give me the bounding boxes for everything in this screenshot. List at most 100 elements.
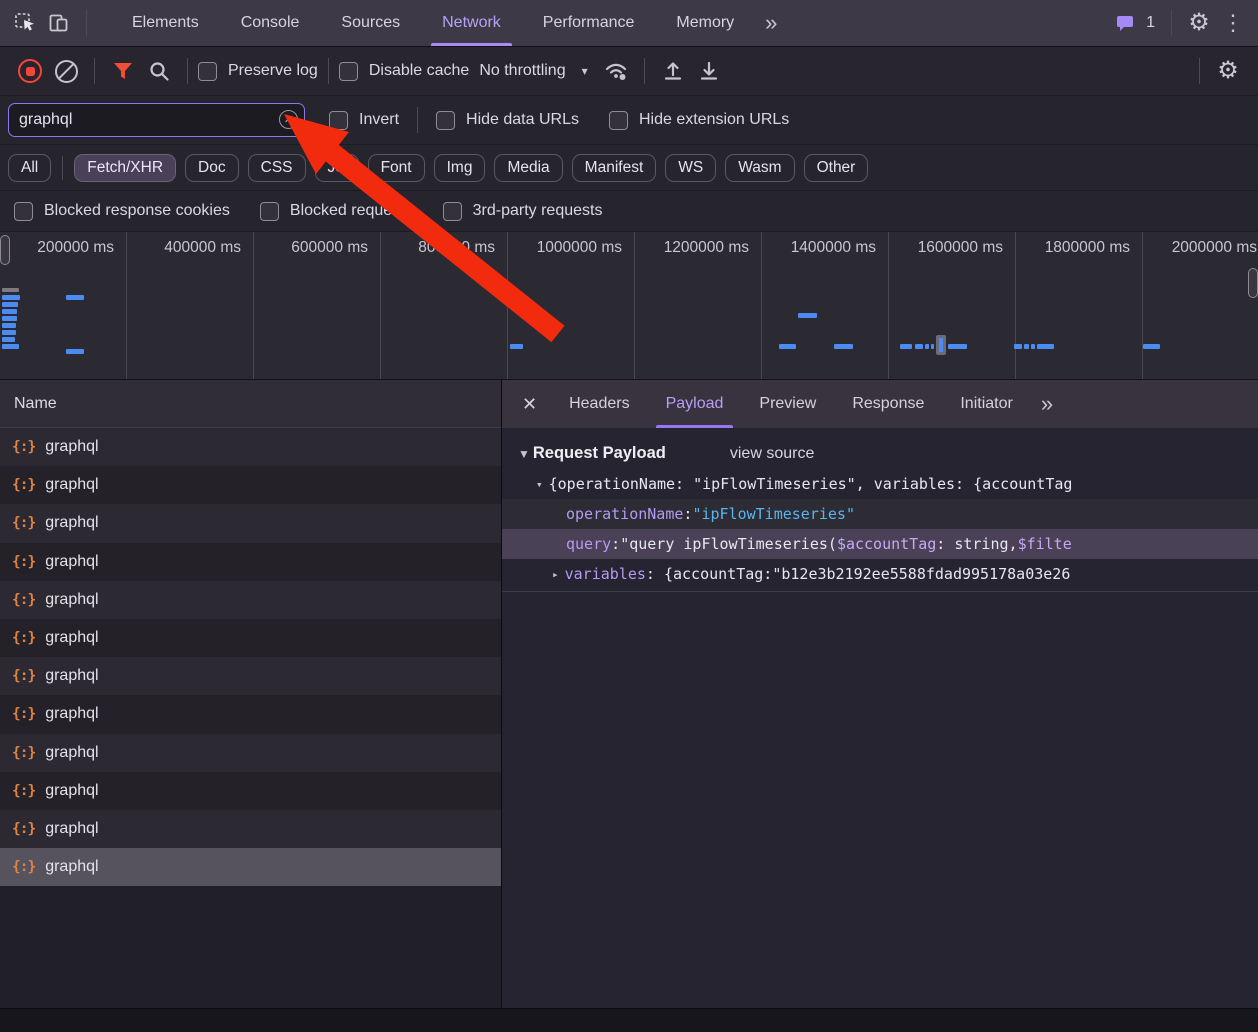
checkbox-box[interactable] <box>14 202 33 221</box>
record-network-log-icon[interactable] <box>12 53 48 89</box>
kebab-menu-icon[interactable]: ⋮ <box>1216 12 1250 34</box>
payload-token: "b12e3b2192ee5588fdad995178a03e26 <box>772 565 1070 583</box>
timeline-request-bar <box>834 344 853 349</box>
filter-chip-manifest[interactable]: Manifest <box>572 154 657 182</box>
checkbox-box[interactable] <box>443 202 462 221</box>
timeline-right-handle[interactable] <box>1248 268 1258 298</box>
tab-sources[interactable]: Sources <box>320 0 421 46</box>
bottom-statusbar <box>0 1008 1258 1032</box>
checkbox-box[interactable] <box>436 111 455 130</box>
divider <box>1199 58 1200 84</box>
throttling-value: No throttling <box>479 62 565 80</box>
checkbox-box[interactable] <box>198 62 217 81</box>
request-name: graphql <box>45 553 98 571</box>
checkbox-box[interactable] <box>260 202 279 221</box>
tree-triangle-icon[interactable]: ▾ <box>536 478 543 491</box>
details-tab-payload[interactable]: Payload <box>648 380 742 428</box>
details-tab-initiator[interactable]: Initiator <box>942 380 1030 428</box>
filter-chip-wasm[interactable]: Wasm <box>725 154 794 182</box>
tab-memory[interactable]: Memory <box>655 0 755 46</box>
throttling-select[interactable]: No throttling ▾ <box>479 62 587 80</box>
request-payload-section: ▼ Request Payload view source <box>502 428 1258 469</box>
export-har-icon[interactable] <box>691 53 727 89</box>
device-toolbar-icon[interactable] <box>42 6 76 40</box>
filter-chip-font[interactable]: Font <box>368 154 425 182</box>
checkbox-box[interactable] <box>329 111 348 130</box>
invert-checkbox[interactable]: Invert <box>329 111 399 130</box>
disable-cache-checkbox[interactable]: Disable cache <box>339 62 470 81</box>
request-name: graphql <box>45 476 98 494</box>
table-row[interactable]: {:}graphql <box>0 657 501 695</box>
search-icon[interactable] <box>141 53 177 89</box>
third-party-requests-checkbox[interactable]: 3rd-party requests <box>443 202 603 221</box>
hide-data-urls-checkbox[interactable]: Hide data URLs <box>436 111 579 130</box>
tab-network[interactable]: Network <box>421 0 522 46</box>
table-row[interactable]: {:}graphql <box>0 810 501 848</box>
filter-chip-media[interactable]: Media <box>494 154 562 182</box>
payload-line[interactable]: operationName: "ipFlowTimeseries" <box>502 499 1258 529</box>
payload-line[interactable]: ▾{operationName: "ipFlowTimeseries", var… <box>502 469 1258 499</box>
table-row[interactable]: {:}graphql <box>0 504 501 542</box>
tab-elements[interactable]: Elements <box>111 0 220 46</box>
table-row[interactable]: {:}graphql <box>0 581 501 619</box>
preserve-log-checkbox[interactable]: Preserve log <box>198 62 318 81</box>
filter-chip-all[interactable]: All <box>8 154 51 182</box>
timeline-tick-label: 1000000 ms <box>508 232 635 379</box>
table-row[interactable]: {:}graphql <box>0 619 501 657</box>
timeline-request-bar <box>1031 344 1035 349</box>
timeline-tick-label: 600000 ms <box>254 232 381 379</box>
tree-triangle-icon[interactable]: ▸ <box>552 568 559 581</box>
name-column-header[interactable]: Name <box>0 380 501 428</box>
table-row[interactable]: {:}graphql <box>0 428 501 466</box>
network-filter-row: ✕ Invert Hide data URLs Hide extension U… <box>0 96 1258 145</box>
table-row[interactable]: {:}graphql <box>0 543 501 581</box>
filter-chip-js[interactable]: JS <box>315 154 359 182</box>
filter-chip-other[interactable]: Other <box>804 154 869 182</box>
table-row[interactable]: {:}graphql <box>0 695 501 733</box>
blocked-requests-checkbox[interactable]: Blocked requests <box>260 202 413 221</box>
blocked-response-cookies-checkbox[interactable]: Blocked response cookies <box>14 202 230 221</box>
filter-chip-fetch-xhr[interactable]: Fetch/XHR <box>74 154 176 182</box>
settings-gear-icon[interactable]: ⚙ <box>1182 6 1216 40</box>
checkbox-box[interactable] <box>339 62 358 81</box>
payload-line[interactable]: query: "query ipFlowTimeseries($accountT… <box>502 529 1258 559</box>
messages-icon[interactable] <box>1108 6 1142 40</box>
tab-performance[interactable]: Performance <box>522 0 656 46</box>
network-overview-timeline[interactable]: 200000 ms400000 ms600000 ms800000 ms1000… <box>0 232 1258 380</box>
table-row[interactable]: {:}graphql <box>0 848 501 886</box>
tab-console[interactable]: Console <box>220 0 321 46</box>
details-tab-preview[interactable]: Preview <box>741 380 834 428</box>
request-name: graphql <box>45 858 98 876</box>
payload-token: $filte <box>1018 535 1072 553</box>
divider <box>94 58 95 84</box>
network-settings-gear-icon[interactable]: ⚙ <box>1210 53 1246 89</box>
request-rows: {:}graphql{:}graphql{:}graphql{:}graphql… <box>0 428 501 1008</box>
view-source-link[interactable]: view source <box>730 445 814 463</box>
details-tab-headers[interactable]: Headers <box>551 380 647 428</box>
filter-chip-css[interactable]: CSS <box>248 154 306 182</box>
details-tab-response[interactable]: Response <box>834 380 942 428</box>
timeline-request-bar <box>1014 344 1022 349</box>
payload-line[interactable]: ▸variables: {accountTag: "b12e3b2192ee55… <box>502 559 1258 589</box>
timeline-request-bar <box>798 313 817 318</box>
clear-filter-icon[interactable]: ✕ <box>279 110 298 129</box>
filter-chip-ws[interactable]: WS <box>665 154 716 182</box>
table-row[interactable]: {:}graphql <box>0 466 501 504</box>
collapse-triangle-icon[interactable]: ▼ <box>518 447 530 461</box>
filter-funnel-icon[interactable] <box>105 53 141 89</box>
hide-extension-urls-checkbox[interactable]: Hide extension URLs <box>609 111 789 130</box>
network-conditions-icon[interactable] <box>598 53 634 89</box>
more-tabs-icon[interactable]: » <box>755 12 787 34</box>
inspect-element-icon[interactable] <box>8 6 42 40</box>
more-details-tabs-icon[interactable]: » <box>1031 380 1063 428</box>
table-row[interactable]: {:}graphql <box>0 772 501 810</box>
clear-network-log-icon[interactable] <box>48 53 84 89</box>
filter-chip-doc[interactable]: Doc <box>185 154 239 182</box>
import-har-icon[interactable] <box>655 53 691 89</box>
checkbox-box[interactable] <box>609 111 628 130</box>
close-details-icon[interactable]: ✕ <box>508 380 551 428</box>
table-row[interactable]: {:}graphql <box>0 734 501 772</box>
filter-input[interactable] <box>8 103 305 137</box>
filter-chip-img[interactable]: Img <box>434 154 486 182</box>
timeline-left-handle[interactable] <box>0 235 10 265</box>
